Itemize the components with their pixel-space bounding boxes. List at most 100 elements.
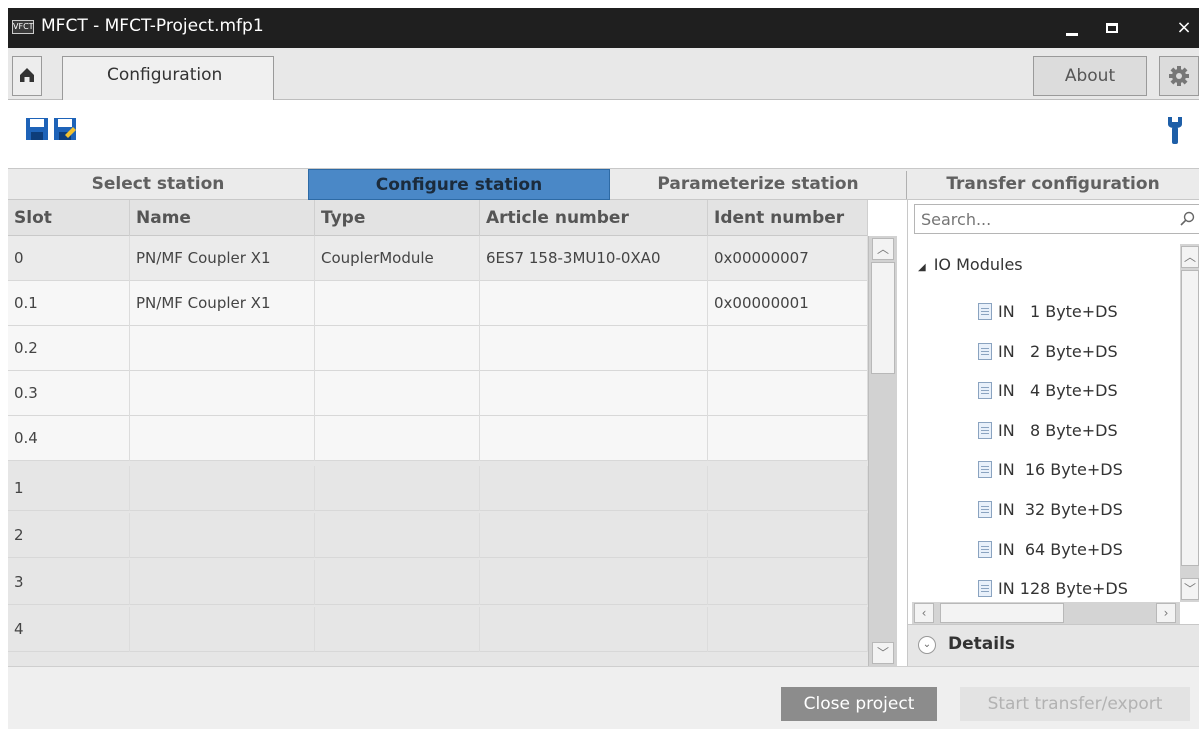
save-as-button[interactable] xyxy=(53,117,77,141)
search-icon[interactable] xyxy=(1179,211,1195,227)
cell-slot: 0 xyxy=(8,236,130,281)
cell-slot: 0.4 xyxy=(8,416,130,461)
cell-type xyxy=(315,560,480,605)
cell-name: PN/MF Coupler X1 xyxy=(130,236,315,281)
catalog-item[interactable]: IN 1 Byte+DS xyxy=(978,302,1118,338)
cell-article-number xyxy=(480,416,708,461)
catalog-item-label: IN 8 Byte+DS xyxy=(998,421,1118,440)
scroll-up-button[interactable]: ︿ xyxy=(872,238,894,260)
grid-scroll-thumb[interactable] xyxy=(871,262,895,374)
step-select-station[interactable]: Select station xyxy=(8,169,308,200)
minimize-button[interactable] xyxy=(1058,14,1088,42)
column-header-slot[interactable]: Slot xyxy=(8,200,130,236)
details-section[interactable]: ⌄ Details xyxy=(908,624,1199,666)
cell-type xyxy=(315,371,480,416)
catalog-item[interactable]: IN 2 Byte+DS xyxy=(978,342,1118,378)
tab-configuration[interactable]: Configuration xyxy=(62,56,274,101)
close-icon: × xyxy=(1176,17,1192,38)
minimize-icon xyxy=(1066,33,1078,36)
step-transfer-configuration[interactable]: Transfer configuration xyxy=(907,169,1199,200)
search-input[interactable] xyxy=(921,208,1171,230)
module-file-icon xyxy=(978,343,992,360)
search-field[interactable] xyxy=(914,204,1199,234)
step-label: Transfer configuration xyxy=(946,174,1160,194)
catalog-item-label: IN 16 Byte+DS xyxy=(998,460,1123,479)
scroll-left-button[interactable]: ‹ xyxy=(914,603,934,623)
cell-type xyxy=(315,466,480,511)
step-label: Select station xyxy=(91,174,225,194)
cell-ident-number xyxy=(708,466,868,511)
catalog-item[interactable]: IN 32 Byte+DS xyxy=(978,500,1123,536)
cell-slot: 1 xyxy=(8,466,130,511)
catalog-item[interactable]: IN 64 Byte+DS xyxy=(978,540,1123,576)
cell-type xyxy=(315,326,480,371)
cell-article-number xyxy=(480,466,708,511)
cell-slot: 0.1 xyxy=(8,281,130,326)
tools-button[interactable] xyxy=(1166,115,1184,145)
home-button[interactable] xyxy=(12,56,42,96)
catalog-horizontal-thumb[interactable] xyxy=(940,603,1064,623)
save-icon xyxy=(26,118,48,140)
catalog-item[interactable]: IN 16 Byte+DS xyxy=(978,460,1123,496)
table-row[interactable]: 1 xyxy=(8,466,868,511)
cell-name xyxy=(130,513,315,558)
cell-ident-number xyxy=(708,607,868,652)
title-bar: VFCT MFCT - MFCT-Project.mfp1 × xyxy=(8,8,1199,48)
catalog-vertical-scrollbar[interactable]: ︿ ﹀ xyxy=(1180,244,1199,602)
step-configure-station[interactable]: Configure station xyxy=(308,169,610,200)
tab-bar: Configuration About xyxy=(8,48,1199,101)
table-row[interactable]: 0 PN/MF Coupler X1 CouplerModule 6ES7 15… xyxy=(8,236,868,281)
cell-slot: 2 xyxy=(8,513,130,558)
chevron-up-icon: ︿ xyxy=(1183,250,1196,264)
scroll-down-button[interactable]: ﹀ xyxy=(872,642,894,664)
cell-article-number xyxy=(480,281,708,326)
cell-ident-number: 0x00000001 xyxy=(708,281,868,326)
scroll-right-button[interactable]: › xyxy=(1156,603,1176,623)
catalog-scroll-thumb[interactable] xyxy=(1181,270,1199,566)
cell-type xyxy=(315,607,480,652)
cell-article-number xyxy=(480,607,708,652)
table-row[interactable]: 4 xyxy=(8,607,868,652)
table-row[interactable]: 0.3 xyxy=(8,371,868,416)
column-header-ident-number[interactable]: Ident number xyxy=(708,200,868,236)
chevron-down-icon: ﹀ xyxy=(876,646,889,660)
settings-button[interactable] xyxy=(1159,56,1199,96)
catalog-item-label: IN 64 Byte+DS xyxy=(998,540,1123,559)
table-row[interactable]: 3 xyxy=(8,560,868,605)
catalog-scroll-up-button[interactable]: ︿ xyxy=(1181,246,1199,268)
grid-vertical-scrollbar[interactable]: ︿ ﹀ xyxy=(868,236,897,666)
home-icon xyxy=(20,68,34,82)
catalog-item-label: IN 4 Byte+DS xyxy=(998,381,1118,400)
maximize-button[interactable] xyxy=(1097,14,1127,42)
cell-type xyxy=(315,513,480,558)
close-project-button[interactable]: Close project xyxy=(781,687,937,721)
cell-ident-number xyxy=(708,513,868,558)
column-header-name[interactable]: Name xyxy=(130,200,315,236)
cell-article-number xyxy=(480,513,708,558)
cell-article-number xyxy=(480,371,708,416)
about-button[interactable]: About xyxy=(1033,56,1147,96)
tree-group-io-modules[interactable]: ◢ IO Modules xyxy=(918,255,1023,274)
catalog-item-label: IN 32 Byte+DS xyxy=(998,500,1123,519)
save-button[interactable] xyxy=(25,117,49,141)
gear-icon xyxy=(1169,66,1189,86)
catalog-item[interactable]: IN 8 Byte+DS xyxy=(978,421,1118,457)
close-button[interactable]: × xyxy=(1169,14,1199,42)
maximize-icon xyxy=(1106,23,1118,33)
app-logo-icon: VFCT xyxy=(12,20,34,34)
table-row[interactable]: 0.2 xyxy=(8,326,868,371)
module-file-icon xyxy=(978,382,992,399)
table-row[interactable]: 0.1 PN/MF Coupler X1 0x00000001 xyxy=(8,281,868,326)
step-parameterize-station[interactable]: Parameterize station xyxy=(610,169,906,200)
table-row[interactable]: 0.4 xyxy=(8,416,868,461)
save-as-icon xyxy=(54,118,76,140)
wrench-icon xyxy=(1168,117,1182,144)
catalog-item[interactable]: IN 4 Byte+DS xyxy=(978,381,1118,417)
catalog-horizontal-scrollbar[interactable]: ‹ › xyxy=(912,602,1180,624)
column-header-type[interactable]: Type xyxy=(315,200,480,236)
start-transfer-button[interactable]: Start transfer/export xyxy=(960,687,1190,721)
catalog-scroll-down-button[interactable]: ﹀ xyxy=(1181,578,1199,600)
table-row[interactable]: 2 xyxy=(8,513,868,558)
cell-name xyxy=(130,326,315,371)
column-header-article-number[interactable]: Article number xyxy=(480,200,708,236)
